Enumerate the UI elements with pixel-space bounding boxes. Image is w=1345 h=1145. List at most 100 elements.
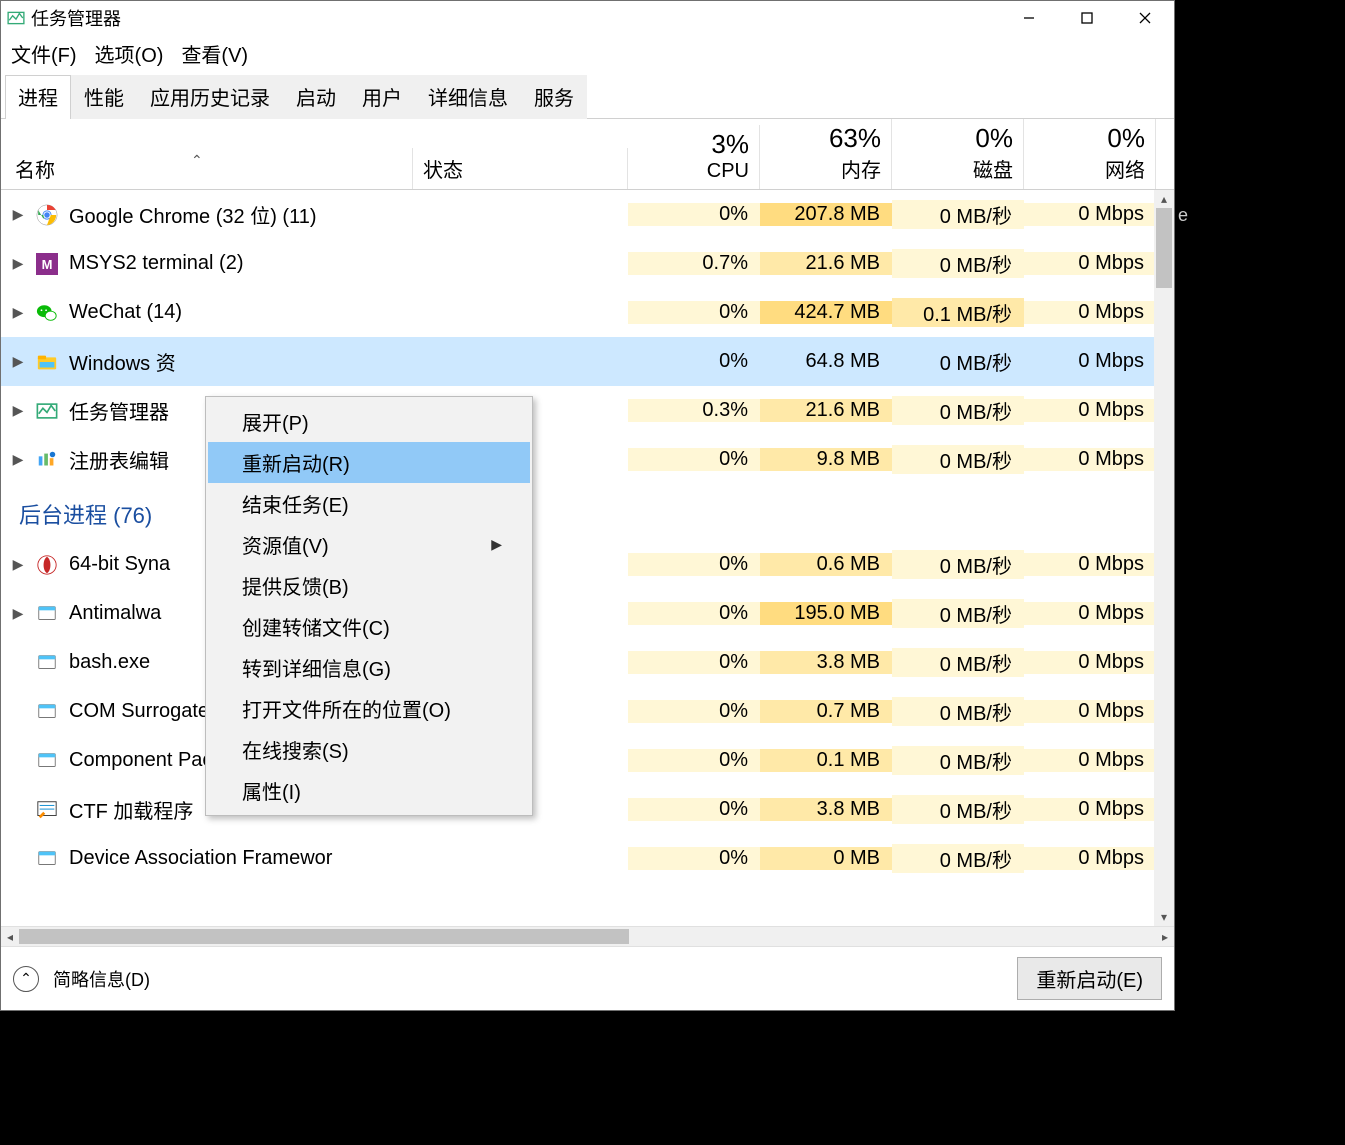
process-row[interactable]: ▶注册表编辑0%9.8 MB0 MB/秒0 Mbps bbox=[1, 435, 1174, 484]
expand-chevron-icon[interactable]: ▶ bbox=[11, 605, 25, 622]
context-menu-item-label: 打开文件所在的位置(O) bbox=[242, 694, 451, 723]
context-menu-item[interactable]: 展开(P) bbox=[208, 401, 530, 442]
process-row[interactable]: ▶COM Surrogate0%0.7 MB0 MB/秒0 Mbps bbox=[1, 687, 1174, 736]
process-disk-cell: 0 MB/秒 bbox=[892, 648, 1024, 677]
menu-options[interactable]: 选项(O) bbox=[93, 37, 166, 70]
process-disk-cell: 0 MB/秒 bbox=[892, 697, 1024, 726]
expand-chevron-icon[interactable]: ▶ bbox=[11, 304, 25, 321]
process-row[interactable]: ▶Google Chrome (32 位) (11)0%207.8 MB0 MB… bbox=[1, 190, 1174, 239]
process-memory-cell: 21.6 MB bbox=[760, 399, 892, 422]
process-name: 64-bit Syna bbox=[69, 553, 170, 576]
process-row[interactable]: ▶64-bit Syna0%0.6 MB0 MB/秒0 Mbps bbox=[1, 540, 1174, 589]
process-cpu-cell: 0% bbox=[628, 350, 760, 373]
expand-chevron-icon[interactable]: ▶ bbox=[11, 206, 25, 223]
tab-5[interactable]: 详细信息 bbox=[415, 75, 521, 119]
scroll-up-arrow-icon[interactable]: ▴ bbox=[1154, 190, 1174, 208]
restart-button[interactable]: 重新启动(E) bbox=[1017, 957, 1162, 1000]
column-header-network[interactable]: 0% 网络 bbox=[1024, 119, 1156, 189]
column-header-disk[interactable]: 0% 磁盘 bbox=[892, 119, 1024, 189]
column-header-cpu[interactable]: 3% CPU bbox=[628, 125, 760, 189]
minimize-button[interactable] bbox=[1000, 1, 1058, 35]
context-menu-item-label: 提供反馈(B) bbox=[242, 571, 349, 600]
process-row[interactable]: ▶任务管理器0.3%21.6 MB0 MB/秒0 Mbps bbox=[1, 386, 1174, 435]
process-network-cell: 0 Mbps bbox=[1024, 448, 1156, 471]
context-menu-item[interactable]: 打开文件所在的位置(O) bbox=[208, 688, 530, 729]
process-row[interactable]: ▶Windows 资0%64.8 MB0 MB/秒0 Mbps bbox=[1, 337, 1174, 386]
expand-chevron-icon[interactable]: ▶ bbox=[11, 353, 25, 370]
context-menu-item[interactable]: 创建转储文件(C) bbox=[208, 606, 530, 647]
vertical-scroll-thumb[interactable] bbox=[1156, 208, 1172, 288]
tab-4[interactable]: 用户 bbox=[349, 75, 415, 119]
column-header-name[interactable]: ⌃ 名称 bbox=[1, 148, 413, 189]
process-network-cell: 0 Mbps bbox=[1024, 301, 1156, 324]
expand-chevron-icon[interactable]: ▶ bbox=[11, 451, 25, 468]
process-row[interactable]: ▶CTF 加载程序0%3.8 MB0 MB/秒0 Mbps bbox=[1, 785, 1174, 834]
process-cpu-cell: 0% bbox=[628, 798, 760, 821]
tab-1[interactable]: 性能 bbox=[71, 75, 137, 119]
memory-total-value: 63% bbox=[760, 119, 881, 154]
context-menu-item[interactable]: 属性(I) bbox=[208, 770, 530, 811]
horizontal-scrollbar[interactable]: ◂ ▸ bbox=[1, 926, 1174, 946]
process-name: 注册表编辑 bbox=[69, 445, 169, 474]
expand-chevron-icon[interactable]: ▶ bbox=[11, 402, 25, 419]
msys-icon: M bbox=[35, 252, 59, 276]
network-total-value: 0% bbox=[1024, 119, 1145, 154]
process-cpu-cell: 0% bbox=[628, 700, 760, 723]
vertical-scrollbar[interactable]: ▴ ▾ bbox=[1154, 190, 1174, 926]
context-menu: 展开(P)重新启动(R)结束任务(E)资源值(V)▶ 提供反馈(B) 创建转储文件(… bbox=[205, 396, 533, 816]
menu-file[interactable]: 文件(F) bbox=[9, 37, 79, 70]
process-memory-cell: 0.7 MB bbox=[760, 700, 892, 723]
tab-6[interactable]: 服务 bbox=[521, 75, 587, 119]
context-menu-item[interactable]: 重新启动(R) bbox=[208, 442, 530, 483]
process-disk-cell: 0 MB/秒 bbox=[892, 599, 1024, 628]
process-network-cell: 0 Mbps bbox=[1024, 203, 1156, 226]
generic-icon bbox=[35, 602, 59, 626]
fewer-details-toggle[interactable]: ⌃ bbox=[13, 966, 39, 992]
chrome-icon bbox=[35, 203, 59, 227]
process-memory-cell: 9.8 MB bbox=[760, 448, 892, 471]
context-menu-item[interactable]: 提供反馈(B) bbox=[208, 565, 530, 606]
column-headers: ⌃ 名称 状态 3% CPU 63% 内存 0% 磁盘 0% 网络 bbox=[1, 119, 1174, 190]
process-row[interactable]: ▶MMSYS2 terminal (2)0.7%21.6 MB0 MB/秒0 M… bbox=[1, 239, 1174, 288]
process-row[interactable]: ▶bash.exe0%3.8 MB0 MB/秒0 Mbps bbox=[1, 638, 1174, 687]
process-disk-cell: 0 MB/秒 bbox=[892, 795, 1024, 824]
title-bar[interactable]: 任务管理器 bbox=[1, 1, 1174, 35]
process-name: Windows 资 bbox=[69, 347, 176, 376]
tab-2[interactable]: 应用历史记录 bbox=[137, 75, 283, 119]
process-name: COM Surrogate bbox=[69, 700, 209, 723]
maximize-button[interactable] bbox=[1058, 1, 1116, 35]
expand-chevron-icon[interactable]: ▶ bbox=[11, 556, 25, 573]
cpu-total-value: 3% bbox=[628, 125, 749, 160]
window-title: 任务管理器 bbox=[31, 5, 121, 31]
process-memory-cell: 0.6 MB bbox=[760, 553, 892, 576]
tab-0[interactable]: 进程 bbox=[5, 75, 71, 119]
process-row[interactable]: ▶Component Package Support...0%0.1 MB0 M… bbox=[1, 736, 1174, 785]
process-row[interactable]: ▶Device Association Framewor0%0 MB0 MB/秒… bbox=[1, 834, 1174, 883]
column-header-memory[interactable]: 63% 内存 bbox=[760, 119, 892, 189]
process-name: CTF 加载程序 bbox=[69, 795, 193, 824]
generic-icon bbox=[35, 847, 59, 871]
scroll-down-arrow-icon[interactable]: ▾ bbox=[1154, 908, 1174, 926]
column-header-status[interactable]: 状态 bbox=[413, 148, 628, 189]
horizontal-scroll-thumb[interactable] bbox=[19, 929, 629, 944]
process-list: ▶Google Chrome (32 位) (11)0%207.8 MB0 MB… bbox=[1, 190, 1174, 926]
menu-view[interactable]: 查看(V) bbox=[179, 37, 250, 70]
close-button[interactable] bbox=[1116, 1, 1174, 35]
fewer-details-label[interactable]: 简略信息(D) bbox=[53, 966, 150, 992]
context-menu-item[interactable]: 在线搜索(S) bbox=[208, 729, 530, 770]
process-row[interactable]: ▶Antimalwa0%195.0 MB0 MB/秒0 Mbps bbox=[1, 589, 1174, 638]
context-menu-item[interactable]: 资源值(V)▶ bbox=[208, 524, 530, 565]
menu-bar: 文件(F) 选项(O) 查看(V) bbox=[1, 35, 1174, 74]
context-menu-item[interactable]: 结束任务(E) bbox=[208, 483, 530, 524]
process-name: 任务管理器 bbox=[69, 396, 169, 425]
wechat-icon bbox=[35, 301, 59, 325]
tab-strip: 进程性能应用历史记录启动用户详细信息服务 bbox=[1, 74, 1174, 119]
scroll-left-arrow-icon[interactable]: ◂ bbox=[1, 927, 19, 946]
process-row[interactable]: ▶WeChat (14)0%424.7 MB0.1 MB/秒0 Mbps bbox=[1, 288, 1174, 337]
process-name: MSYS2 terminal (2) bbox=[69, 252, 244, 275]
context-menu-item-label: 在线搜索(S) bbox=[242, 735, 349, 764]
tab-3[interactable]: 启动 bbox=[283, 75, 349, 119]
scroll-right-arrow-icon[interactable]: ▸ bbox=[1156, 927, 1174, 946]
expand-chevron-icon[interactable]: ▶ bbox=[11, 255, 25, 272]
context-menu-item[interactable]: 转到详细信息(G) bbox=[208, 647, 530, 688]
